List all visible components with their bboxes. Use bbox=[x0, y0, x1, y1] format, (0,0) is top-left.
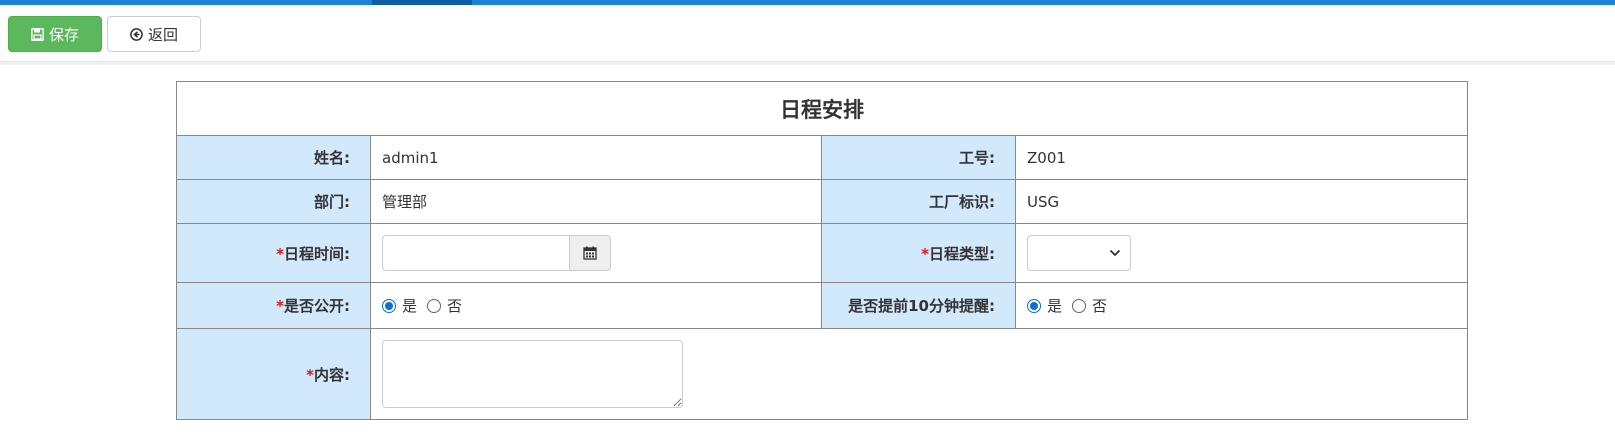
is-public-cell: 是 否 bbox=[370, 282, 822, 329]
required-mark: * bbox=[276, 244, 284, 263]
form-title: 日程安排 bbox=[176, 81, 1468, 136]
content-label-cell: *内容: bbox=[176, 328, 371, 420]
schedule-type-cell bbox=[1015, 223, 1468, 283]
content-textarea[interactable] bbox=[382, 340, 683, 408]
employee-id-label: 工号: bbox=[821, 135, 1016, 180]
required-mark: * bbox=[921, 244, 929, 263]
required-mark: * bbox=[276, 297, 284, 315]
schedule-time-label-cell: *日程时间: bbox=[176, 223, 371, 283]
remind-label: 是否提前10分钟提醒: bbox=[821, 282, 1016, 329]
is-public-yes-label: 是 bbox=[402, 297, 418, 315]
name-label: 姓名: bbox=[176, 135, 371, 180]
factory-id-value: USG bbox=[1015, 179, 1468, 224]
schedule-time-cell bbox=[370, 223, 822, 283]
toolbar: 保存 返回 bbox=[0, 5, 1615, 61]
calendar-button[interactable] bbox=[569, 235, 611, 271]
schedule-form-table: 日程安排 姓名: admin1 工号: Z001 部门: 管理部 工厂标识: U… bbox=[176, 81, 1468, 420]
department-label: 部门: bbox=[176, 179, 371, 224]
is-public-radio-group: 是 否 bbox=[382, 295, 821, 316]
content-cell bbox=[370, 328, 1468, 420]
schedule-time-label: 日程时间: bbox=[284, 244, 350, 263]
remind-no-label: 否 bbox=[1092, 297, 1108, 315]
chevron-down-icon bbox=[1109, 249, 1121, 257]
save-button-label: 保存 bbox=[48, 25, 79, 44]
factory-id-label: 工厂标识: bbox=[821, 179, 1016, 224]
remind-radio-group: 是 否 bbox=[1027, 295, 1467, 316]
save-button[interactable]: 保存 bbox=[8, 16, 102, 52]
schedule-type-select[interactable] bbox=[1027, 235, 1131, 271]
employee-id-value: Z001 bbox=[1015, 135, 1468, 180]
is-public-label: 是否公开: bbox=[284, 297, 350, 315]
name-value: admin1 bbox=[370, 135, 822, 180]
back-button[interactable]: 返回 bbox=[107, 16, 201, 52]
required-mark: * bbox=[306, 365, 314, 384]
remind-cell: 是 否 bbox=[1015, 282, 1468, 329]
circle-arrow-left-icon bbox=[130, 27, 143, 41]
is-public-yes-radio[interactable] bbox=[382, 298, 396, 313]
schedule-type-label: 日程类型: bbox=[929, 244, 995, 263]
is-public-label-cell: *是否公开: bbox=[176, 282, 371, 329]
is-public-no-radio[interactable] bbox=[427, 298, 442, 313]
toolbar-divider bbox=[0, 61, 1615, 65]
is-public-no-label: 否 bbox=[447, 297, 463, 315]
calendar-icon bbox=[583, 246, 597, 260]
remind-yes-label: 是 bbox=[1047, 297, 1063, 315]
schedule-time-input[interactable] bbox=[382, 235, 569, 271]
schedule-time-picker bbox=[382, 235, 611, 271]
schedule-type-label-cell: *日程类型: bbox=[821, 223, 1016, 283]
remind-no-radio[interactable] bbox=[1072, 298, 1087, 313]
remind-yes-radio[interactable] bbox=[1027, 298, 1041, 313]
department-value: 管理部 bbox=[370, 179, 822, 224]
floppy-disk-icon bbox=[31, 27, 44, 41]
back-button-label: 返回 bbox=[147, 25, 178, 44]
content-label: 内容: bbox=[314, 365, 350, 384]
